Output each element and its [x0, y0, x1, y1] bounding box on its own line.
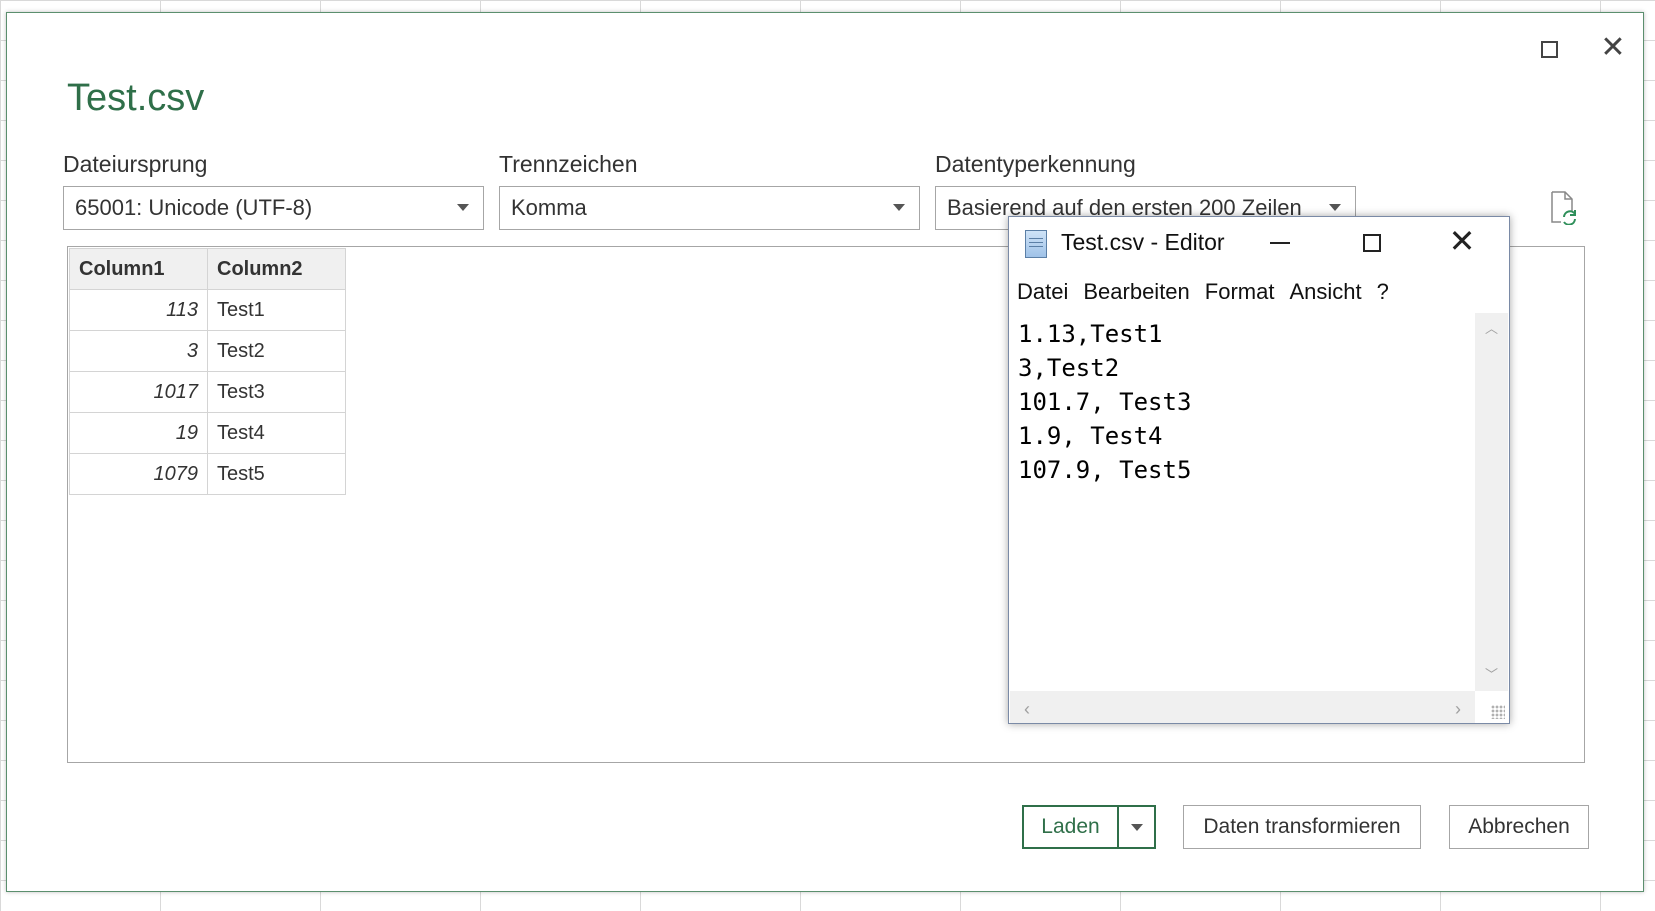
table-cell: Test5: [207, 453, 346, 495]
maximize-icon[interactable]: [1357, 228, 1387, 258]
chevron-down-icon: [893, 204, 905, 211]
scroll-right-icon[interactable]: ›: [1455, 699, 1461, 720]
table-row: 1079 Test5: [69, 453, 346, 495]
table-cell: 1017: [69, 371, 208, 413]
chevron-down-icon: [457, 204, 469, 211]
horizontal-scrollbar[interactable]: ‹ ›: [1010, 691, 1475, 723]
notepad-icon: [1025, 230, 1047, 258]
table-cell: Test3: [207, 371, 346, 413]
maximize-icon[interactable]: [1534, 35, 1564, 65]
text-line: 107.9, Test5: [1018, 456, 1192, 484]
resize-grip-icon[interactable]: [1491, 705, 1505, 719]
table-cell: Test2: [207, 330, 346, 372]
table-cell: 19: [69, 412, 208, 454]
table-row: 113 Test1: [69, 289, 346, 331]
table-cell: 1079: [69, 453, 208, 495]
delimiter-select[interactable]: Komma: [499, 186, 920, 230]
file-origin-label: Dateiursprung: [63, 151, 208, 177]
menu-edit[interactable]: Bearbeiten: [1083, 279, 1189, 305]
table-row: 1017 Test3: [69, 371, 346, 413]
notepad-titlebar[interactable]: Test.csv - Editor ✕: [1009, 217, 1509, 271]
menu-format[interactable]: Format: [1205, 279, 1275, 305]
minimize-icon[interactable]: [1265, 228, 1295, 258]
load-button[interactable]: Laden: [1022, 805, 1119, 849]
menu-help[interactable]: ?: [1377, 279, 1389, 305]
scroll-left-icon[interactable]: ‹: [1024, 699, 1030, 720]
notepad-menubar: Datei Bearbeiten Format Ansicht ?: [1017, 279, 1389, 305]
notepad-title: Test.csv - Editor: [1061, 229, 1225, 255]
chevron-down-icon: [1329, 204, 1341, 211]
cancel-button[interactable]: Abbrechen: [1449, 805, 1589, 849]
file-origin-value: 65001: Unicode (UTF-8): [75, 195, 313, 220]
text-line: 1.13,Test1: [1018, 320, 1163, 348]
preview-table: Column1 Column2 113 Test1 3 Test2 1017 T…: [69, 248, 346, 495]
notepad-window[interactable]: Test.csv - Editor ✕ Datei Bearbeiten For…: [1008, 216, 1510, 724]
table-cell: Test4: [207, 412, 346, 454]
transform-data-button[interactable]: Daten transformieren: [1183, 805, 1421, 849]
text-line: 1.9, Test4: [1018, 422, 1163, 450]
scroll-up-icon[interactable]: ︿: [1485, 322, 1498, 335]
delimiter-label: Trennzeichen: [499, 151, 638, 177]
load-options-dropdown[interactable]: [1118, 805, 1156, 849]
delimiter-value: Komma: [511, 195, 587, 220]
file-refresh-icon[interactable]: [1549, 191, 1577, 226]
type-detection-label: Datentyperkennung: [935, 151, 1136, 177]
scroll-down-icon[interactable]: ﹀: [1485, 668, 1498, 681]
notepad-text-area[interactable]: 1.13,Test1 3,Test2 101.7, Test3 1.9, Test4 1…: [1010, 313, 1475, 691]
table-row: 19 Test4: [69, 412, 346, 454]
close-icon[interactable]: ✕: [1445, 225, 1479, 259]
file-origin-select[interactable]: 65001: Unicode (UTF-8): [63, 186, 484, 230]
column-header[interactable]: Column2: [207, 248, 346, 290]
close-icon[interactable]: ✕: [1598, 33, 1628, 65]
table-cell: 113: [69, 289, 208, 331]
menu-view[interactable]: Ansicht: [1289, 279, 1361, 305]
dialog-title: Test.csv: [67, 77, 205, 119]
text-line: 101.7, Test3: [1018, 388, 1192, 416]
table-row: 3 Test2: [69, 330, 346, 372]
table-cell: Test1: [207, 289, 346, 331]
column-header[interactable]: Column1: [69, 248, 208, 290]
text-line: 3,Test2: [1018, 354, 1120, 382]
menu-file[interactable]: Datei: [1017, 279, 1068, 305]
vertical-scrollbar[interactable]: ︿ ﹀: [1475, 313, 1508, 691]
table-cell: 3: [69, 330, 208, 372]
